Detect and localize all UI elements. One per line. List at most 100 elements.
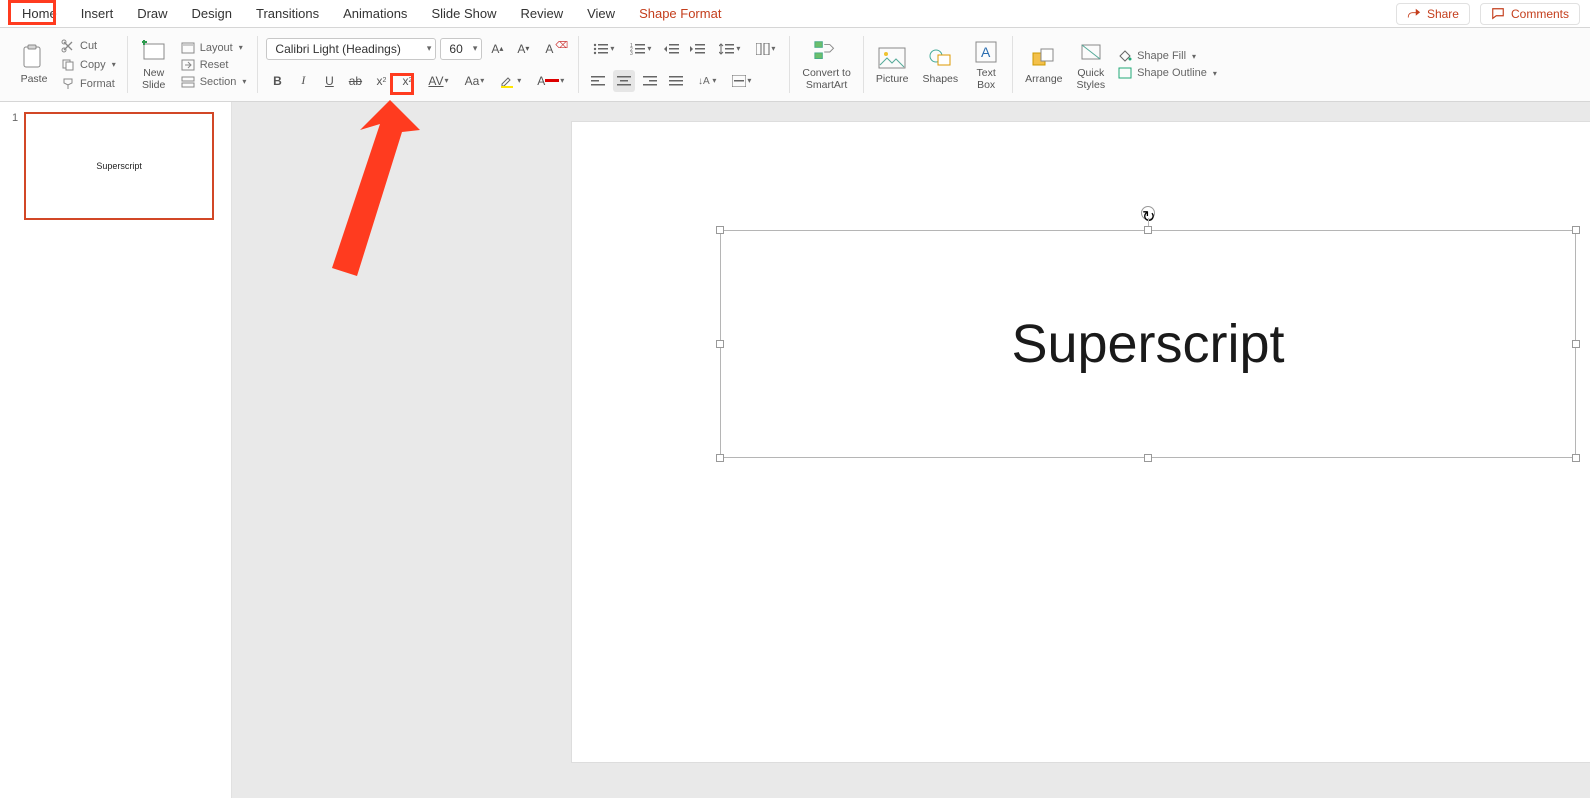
columns-icon: [756, 43, 770, 55]
tab-animations[interactable]: Animations: [331, 2, 419, 25]
align-center-icon: [617, 75, 631, 87]
topright-buttons: Share Comments: [1396, 3, 1580, 25]
title-textbox[interactable]: ↻ Superscript: [720, 230, 1576, 458]
superscript-button[interactable]: x2: [370, 70, 392, 92]
indent-icon: [690, 43, 706, 55]
textbox-icon: A: [974, 40, 998, 64]
quick-styles-button[interactable]: Quick Styles: [1073, 36, 1110, 92]
ribbon: Paste Cut Copy▾ Format New Slide Layout▾…: [0, 28, 1590, 102]
smartart-icon: [813, 39, 841, 65]
tab-design[interactable]: Design: [180, 2, 244, 25]
char-spacing-button[interactable]: AV▾: [422, 70, 454, 92]
increase-indent-button[interactable]: [687, 38, 709, 60]
underline-button[interactable]: U: [318, 70, 340, 92]
textbox-button[interactable]: AText Box: [968, 36, 1004, 92]
font-name-select[interactable]: Calibri Light (Headings): [266, 38, 436, 60]
text-direction-button[interactable]: ↓A▾: [691, 70, 722, 92]
line-spacing-button[interactable]: ▾: [713, 38, 746, 60]
tab-transitions[interactable]: Transitions: [244, 2, 331, 25]
bullets-button[interactable]: ▾: [587, 38, 620, 60]
italic-button[interactable]: I: [292, 70, 314, 92]
tab-slideshow[interactable]: Slide Show: [419, 2, 508, 25]
align-right-icon: [643, 75, 657, 87]
resize-handle-w[interactable]: [716, 340, 724, 348]
justify-icon: [669, 75, 683, 87]
arrange-button[interactable]: Arrange: [1021, 42, 1066, 87]
increase-font-button[interactable]: A▴: [486, 38, 508, 60]
paste-label: Paste: [21, 74, 48, 85]
columns-button[interactable]: ▾: [750, 38, 781, 60]
highlight-icon: [500, 74, 516, 88]
format-painter-button[interactable]: Format: [58, 76, 119, 92]
thumbnail-preview[interactable]: Superscript: [24, 112, 214, 220]
reset-icon: [181, 59, 195, 71]
reset-label: Reset: [200, 59, 229, 71]
title-text[interactable]: Superscript: [1011, 313, 1284, 375]
cut-button[interactable]: Cut: [58, 38, 119, 54]
shapes-button[interactable]: Shapes: [919, 42, 963, 87]
highlight-button[interactable]: ▾: [494, 70, 527, 92]
tab-shape-format[interactable]: Shape Format: [627, 2, 733, 25]
bold-button[interactable]: B: [266, 70, 288, 92]
tab-draw[interactable]: Draw: [125, 2, 179, 25]
resize-handle-e[interactable]: [1572, 340, 1580, 348]
share-button[interactable]: Share: [1396, 3, 1470, 25]
content-area: 1 Superscript ↻ Superscript: [0, 102, 1590, 798]
font-color-button[interactable]: A▾: [531, 70, 570, 92]
decrease-indent-button[interactable]: [661, 38, 683, 60]
picture-button[interactable]: Picture: [872, 42, 913, 87]
shape-style-mini: Shape Fill▾ Shape Outline▾: [1115, 49, 1220, 80]
numbering-button[interactable]: 123▾: [624, 38, 657, 60]
thumbnail-slot-1[interactable]: 1 Superscript: [0, 112, 231, 220]
group-font: Calibri Light (Headings) 60 A▴ A▾ A⌫ B I…: [258, 28, 578, 101]
shape-fill-button[interactable]: Shape Fill▾: [1115, 49, 1220, 63]
copy-button[interactable]: Copy▾: [58, 57, 119, 73]
align-left-icon: [591, 75, 605, 87]
decrease-font-button[interactable]: A▾: [512, 38, 534, 60]
font-size-value: 60: [449, 42, 462, 56]
align-center-button[interactable]: [613, 70, 635, 92]
align-right-button[interactable]: [639, 70, 661, 92]
justify-button[interactable]: [665, 70, 687, 92]
valign-icon: [732, 75, 746, 87]
font-name-value: Calibri Light (Headings): [275, 42, 400, 56]
bullets-icon: [593, 43, 609, 55]
arrange-icon: [1031, 47, 1057, 69]
align-text-button[interactable]: ▾: [726, 70, 757, 92]
change-case-button[interactable]: Aa▾: [459, 70, 491, 92]
section-button[interactable]: Section▾: [178, 75, 250, 89]
resize-handle-se[interactable]: [1572, 454, 1580, 462]
tab-view[interactable]: View: [575, 2, 627, 25]
comments-button[interactable]: Comments: [1480, 3, 1580, 25]
tab-home[interactable]: Home: [10, 2, 69, 25]
font-size-select[interactable]: 60: [440, 38, 482, 60]
slide-canvas-zone[interactable]: ↻ Superscript: [232, 102, 1590, 798]
shape-outline-button[interactable]: Shape Outline▾: [1115, 66, 1220, 80]
resize-handle-ne[interactable]: [1572, 226, 1580, 234]
convert-smartart-button[interactable]: Convert to SmartArt: [798, 36, 854, 92]
comment-icon: [1491, 7, 1505, 21]
resize-handle-s[interactable]: [1144, 454, 1152, 462]
cut-label: Cut: [80, 40, 97, 52]
slide-canvas[interactable]: ↻ Superscript: [572, 122, 1590, 762]
new-slide-button[interactable]: New Slide: [136, 36, 172, 92]
resize-handle-n[interactable]: [1144, 226, 1152, 234]
resize-handle-nw[interactable]: [716, 226, 724, 234]
resize-handle-sw[interactable]: [716, 454, 724, 462]
tab-insert[interactable]: Insert: [69, 2, 126, 25]
paste-button[interactable]: Paste: [16, 42, 52, 87]
layout-button[interactable]: Layout▾: [178, 41, 250, 55]
align-left-button[interactable]: [587, 70, 609, 92]
comments-label: Comments: [1511, 7, 1569, 21]
format-painter-label: Format: [80, 78, 115, 90]
slide-thumbnail-panel: 1 Superscript: [0, 102, 232, 798]
subscript-button[interactable]: x2: [396, 70, 418, 92]
thumbnail-text: Superscript: [96, 161, 142, 171]
group-arrange: Arrange Quick Styles Shape Fill▾ Shape O…: [1013, 28, 1228, 101]
clear-formatting-button[interactable]: A⌫: [538, 38, 560, 60]
text-dir-icon: ↓A: [697, 74, 711, 88]
outdent-icon: [664, 43, 680, 55]
tab-review[interactable]: Review: [508, 2, 575, 25]
strikethrough-button[interactable]: ab: [344, 70, 366, 92]
reset-button[interactable]: Reset: [178, 58, 250, 72]
